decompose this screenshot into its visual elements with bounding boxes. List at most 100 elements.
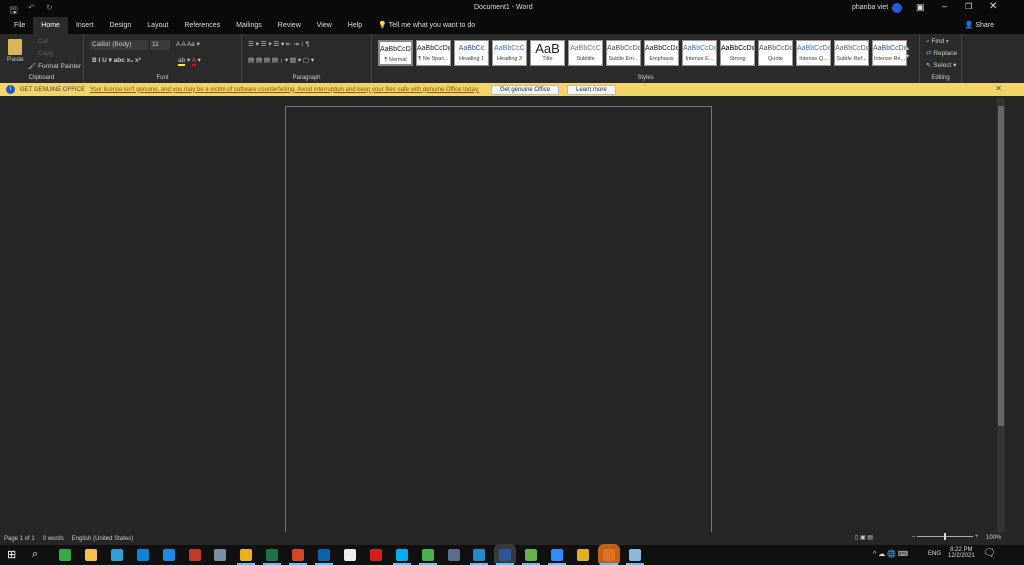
replace-button[interactable]: ⇄ Replace [926,49,957,57]
word-icon[interactable] [496,549,515,565]
chrome2-icon[interactable] [418,549,437,565]
avatar[interactable] [892,3,902,13]
zoom-icon[interactable] [548,549,567,565]
app2-icon[interactable] [214,549,227,561]
minimize-icon[interactable]: – [942,1,947,11]
style-4[interactable]: AaB Title [530,40,565,66]
style-name: Subtle Ref... [836,56,867,62]
input-language[interactable]: ENG [928,551,941,557]
search-icon[interactable]: ⌕ [32,548,38,561]
list-buttons[interactable]: ☰ ▾ ☰ ▾ ☰ ▾ ⇤ ⇥ ↕ ¶ [248,40,309,48]
tab-help[interactable]: Help [340,17,370,34]
learn-more-button[interactable]: Learn more [566,84,616,95]
edge-icon[interactable] [110,549,123,561]
style-5[interactable]: AaBbCcC Subtitle [568,40,603,66]
tray-icons[interactable]: ^ ☁ 🌐 ⌨ [873,550,908,558]
zoom-level[interactable]: 100% [986,535,1001,541]
style-name: Heading 1 [458,56,485,62]
select-button[interactable]: ↖ Select ▾ [926,61,956,69]
window-title: Document1 - Word [474,4,533,11]
paste-button[interactable]: Paste [7,56,24,63]
camtasia-icon[interactable] [59,549,71,561]
tab-mailings[interactable]: Mailings [228,17,270,34]
style-0[interactable]: AaBbCcDc ¶ Normal [378,40,413,66]
paste-icon[interactable] [8,39,22,55]
text-color-buttons[interactable]: ab ▾ A ▾ [178,56,201,66]
scroll-thumb[interactable] [998,106,1004,426]
app-icon[interactable] [188,549,201,561]
font-size-select[interactable]: 11 [150,40,170,50]
ribbon-display-icon[interactable]: ▣ [916,2,925,13]
font-name-select[interactable]: Calibri (Body) [90,40,148,50]
alignment-buttons[interactable]: ▤ ▤ ▤ ▤ ↕ ▾ ▨ ▾ ▢ ▾ [248,56,314,64]
format-painter-button[interactable]: 🖌 Format Painter [28,62,81,70]
view-buttons[interactable]: ▯ ▣ ▤ [855,534,873,541]
vertical-scrollbar[interactable] [997,98,1005,532]
style-12[interactable]: AaBbCcDc Subtle Ref... [834,40,869,66]
font-format-buttons[interactable]: B I U ▾ abc x₂ x² [92,56,141,64]
undo-icon[interactable]: ↶ [28,3,35,12]
word-count[interactable]: 0 words [43,536,64,542]
style-3[interactable]: AaBbCcC Heading 2 [492,40,527,66]
tab-insert[interactable]: Insert [68,17,102,34]
user-name[interactable]: phanba viet [852,4,888,11]
app4-icon[interactable] [522,549,541,565]
tab-review[interactable]: Review [270,17,309,34]
tell-me-box[interactable]: 💡 Tell me what you want to do [370,17,483,34]
style-9[interactable]: AaBbCcDc Strong [720,40,755,66]
app5-icon[interactable] [577,549,589,561]
redo-icon[interactable]: ↻ [46,3,53,12]
powerpoint-icon[interactable] [289,549,308,565]
copy-button[interactable]: Copy [38,50,53,57]
store-icon[interactable] [136,549,149,561]
tab-file[interactable]: File [6,17,33,34]
cut-button[interactable]: Cut [38,38,48,45]
excel-icon[interactable] [263,549,282,565]
get-genuine-office-button[interactable]: Get genuine Office [491,84,559,95]
tab-layout[interactable]: Layout [139,17,176,34]
tab-view[interactable]: View [309,17,340,34]
document-page[interactable] [285,106,712,533]
font-grow-shrink[interactable]: A A Aa ▾ [176,40,200,48]
app3-icon[interactable] [447,549,460,561]
style-7[interactable]: AaBbCcDc Emphasis [644,40,679,66]
close-banner-icon[interactable]: ✕ [995,84,1002,93]
styles-scroll[interactable]: ▴ ▾ [906,44,909,60]
clock[interactable]: 8:22 PM 12/2/2021 [948,547,975,559]
skype-icon[interactable] [392,549,411,565]
chrome-icon[interactable] [237,549,256,565]
style-11[interactable]: AaBbCcDc Intense Q... [796,40,831,66]
share-button[interactable]: 👤 Share [965,21,994,29]
m-app-icon[interactable] [343,549,356,561]
notification-icon[interactable]: 🗨 [983,548,996,559]
page-count[interactable]: Page 1 of 1 [4,536,35,542]
style-2[interactable]: AaBbCc Heading 1 [454,40,489,66]
paragraph-group: ☰ ▾ ☰ ▾ ☰ ▾ ⇤ ⇥ ↕ ¶ ▤ ▤ ▤ ▤ ↕ ▾ ▨ ▾ ▢ ▾ … [242,34,372,83]
style-8[interactable]: AaBbCcDc Intense E... [682,40,717,66]
language[interactable]: English (United States) [72,536,133,542]
app7-icon[interactable] [625,549,644,565]
close-icon[interactable]: ✕ [989,1,997,12]
style-preview: AaBbCcDc [417,45,450,52]
style-1[interactable]: AaBbCcDc ¶ No Spac... [416,40,451,66]
windows-start-icon[interactable]: ⊞ [7,548,16,561]
file-explorer-icon[interactable] [84,549,97,561]
style-6[interactable]: AaBbCcDc Subtle Em... [606,40,641,66]
banner-message-link[interactable]: Your license isn't genuine, and you may … [90,87,479,93]
tab-references[interactable]: References [176,17,228,34]
find-button[interactable]: ⌕ Find ▾ [926,38,949,46]
tab-design[interactable]: Design [101,17,139,34]
app6-icon[interactable] [599,549,618,565]
style-13[interactable]: AaBbCcDc Intense Re... [872,40,907,66]
zoom-slider[interactable]: – + [912,532,978,540]
style-preview: AaBbCcDc [683,45,716,52]
mail-icon[interactable] [162,549,175,561]
tab-home[interactable]: Home [33,17,68,34]
outlook-icon[interactable] [315,549,333,565]
restore-icon[interactable]: ❐ [965,2,972,11]
vscode-icon[interactable] [470,549,489,565]
recorder-icon[interactable] [369,549,382,561]
style-preview: AaBbCcDc [873,45,906,52]
clipboard-group: Paste Cut Copy 🖌 Format Painter Clipboar… [0,34,84,83]
style-10[interactable]: AaBbCcDc Quote [758,40,793,66]
